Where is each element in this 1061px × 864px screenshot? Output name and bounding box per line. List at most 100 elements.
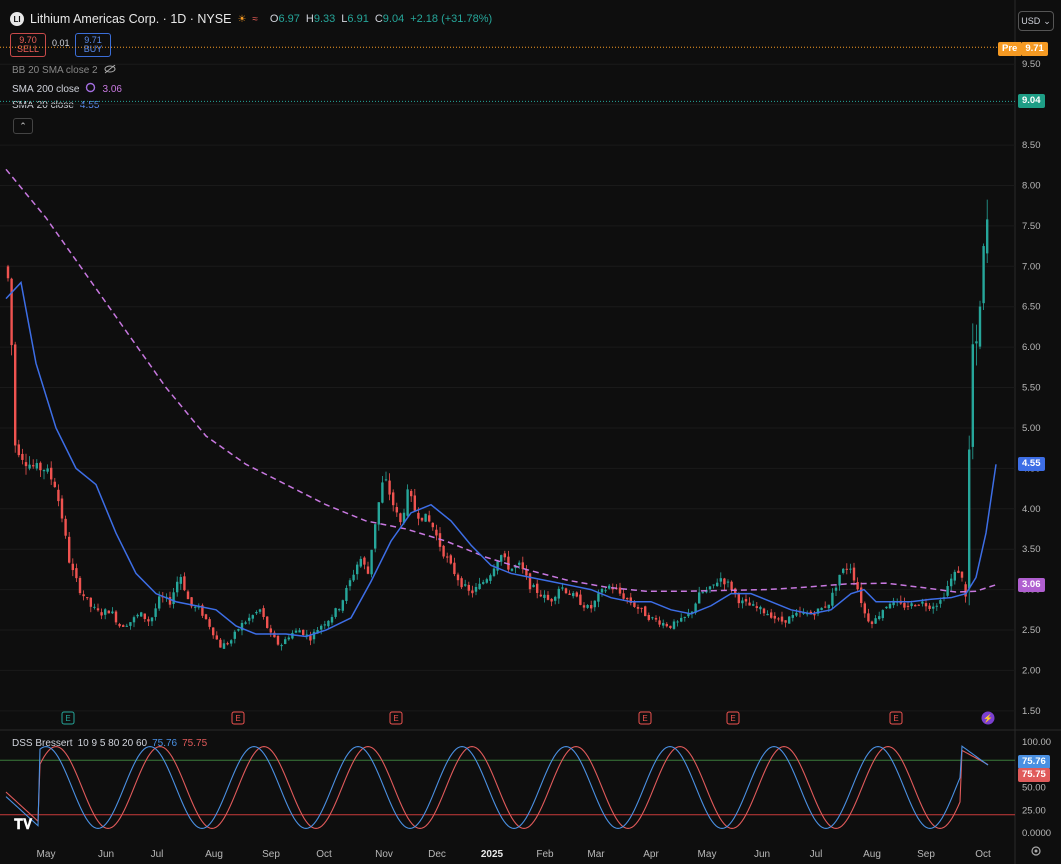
time-tick-label: May <box>698 849 717 860</box>
candle-body <box>64 518 67 536</box>
candle-body <box>708 586 712 590</box>
candle-body <box>60 498 64 519</box>
candle-body <box>856 582 859 590</box>
candle-body <box>21 453 24 460</box>
candle-body <box>539 594 542 597</box>
candle-body <box>543 594 546 598</box>
time-tick-label: Jul <box>810 849 823 860</box>
candle-body <box>878 616 881 620</box>
candle-body <box>831 592 834 606</box>
candle-body <box>248 617 251 621</box>
candle-body <box>820 607 823 611</box>
candle-body <box>456 574 460 581</box>
settings-gear-icon[interactable] <box>1030 844 1042 862</box>
time-tick-label: May <box>37 849 56 860</box>
candle-body <box>701 592 704 594</box>
candle-body <box>550 598 553 602</box>
candle-body <box>237 629 240 631</box>
candle-body <box>35 463 38 469</box>
candle-body <box>291 632 294 639</box>
candle-body <box>348 580 352 587</box>
candle-body <box>104 609 107 615</box>
osc-tick-label: 100.00 <box>1022 737 1051 748</box>
candle-body <box>78 577 82 594</box>
candle-body <box>834 587 838 591</box>
candle-body <box>471 590 474 594</box>
oscillator-legend[interactable]: DSS Bressert 10 9 5 80 20 60 75.76 75.75 <box>12 738 207 749</box>
candle-body <box>557 588 560 599</box>
candle-body <box>950 578 953 587</box>
price-chart[interactable]: 9.509.008.508.007.507.006.506.005.505.00… <box>0 0 1061 864</box>
candle-body <box>82 594 85 597</box>
candle-body <box>924 603 928 607</box>
candle-body <box>968 449 971 589</box>
candle-body <box>737 593 740 604</box>
candle-body <box>485 579 488 583</box>
candle-body <box>849 568 852 570</box>
candle-body <box>939 600 942 604</box>
candle-body <box>780 616 784 622</box>
sma20-price-label: 4.55 <box>1018 457 1045 472</box>
candle-body <box>75 568 78 579</box>
candle-body <box>366 566 370 574</box>
candle-body <box>651 617 654 619</box>
candle-body <box>431 522 434 528</box>
candle-body <box>417 512 420 519</box>
candle-body <box>546 594 550 600</box>
candle-body <box>647 614 650 620</box>
candle-body <box>586 605 589 608</box>
sma200-price-label: 3.06 <box>1018 577 1045 592</box>
time-tick-label: Jun <box>754 849 770 860</box>
price-tick-label: 8.00 <box>1022 180 1041 191</box>
candle-body <box>276 635 280 645</box>
candle-body <box>68 536 71 563</box>
candle-body <box>582 605 586 608</box>
candle-body <box>568 593 571 595</box>
candle-body <box>42 470 46 472</box>
candle-body <box>129 622 132 626</box>
candle-body <box>284 639 287 644</box>
candle-body <box>633 602 636 607</box>
candle-body <box>838 574 841 586</box>
candle-body <box>143 613 146 619</box>
candle-body <box>852 567 856 581</box>
event-letter: E <box>642 714 647 723</box>
candle-body <box>824 606 827 608</box>
sma20-line <box>5 280 997 638</box>
candle-body <box>608 585 611 589</box>
time-tick-label: 2025 <box>481 849 504 860</box>
candle-body <box>795 612 798 616</box>
time-tick-label: Mar <box>587 849 605 860</box>
osc-tick-label: 50.00 <box>1022 783 1046 794</box>
candle-body <box>960 571 964 578</box>
candle-body <box>266 616 269 628</box>
candle-body <box>762 608 766 614</box>
candle-body <box>723 578 726 585</box>
candle-body <box>874 618 877 624</box>
candle-body <box>140 612 143 617</box>
price-tick-label: 9.50 <box>1022 59 1041 70</box>
candle-body <box>341 600 344 611</box>
candle-body <box>827 604 830 609</box>
candle-body <box>752 604 755 606</box>
candle-body <box>503 553 506 558</box>
osc-d-label: 75.75 <box>1018 768 1050 782</box>
candle-body <box>363 557 366 565</box>
time-tick-label: Apr <box>643 849 659 860</box>
candle-body <box>233 631 236 639</box>
candle-body <box>413 495 416 511</box>
time-tick-label: Nov <box>375 849 393 860</box>
candle-body <box>359 558 362 567</box>
candle-body <box>186 591 190 600</box>
candle-body <box>777 618 780 620</box>
candle-body <box>154 608 157 617</box>
tradingview-logo[interactable]: 𝐓𝐕 <box>14 816 32 833</box>
candle-body <box>554 596 557 601</box>
candle-body <box>957 570 960 573</box>
osc-tick-label: 25.00 <box>1022 805 1046 816</box>
candle-body <box>6 266 10 279</box>
candle-body <box>478 583 481 590</box>
candle-body <box>928 605 931 609</box>
candle-body <box>111 611 114 614</box>
candle-body <box>204 614 208 620</box>
